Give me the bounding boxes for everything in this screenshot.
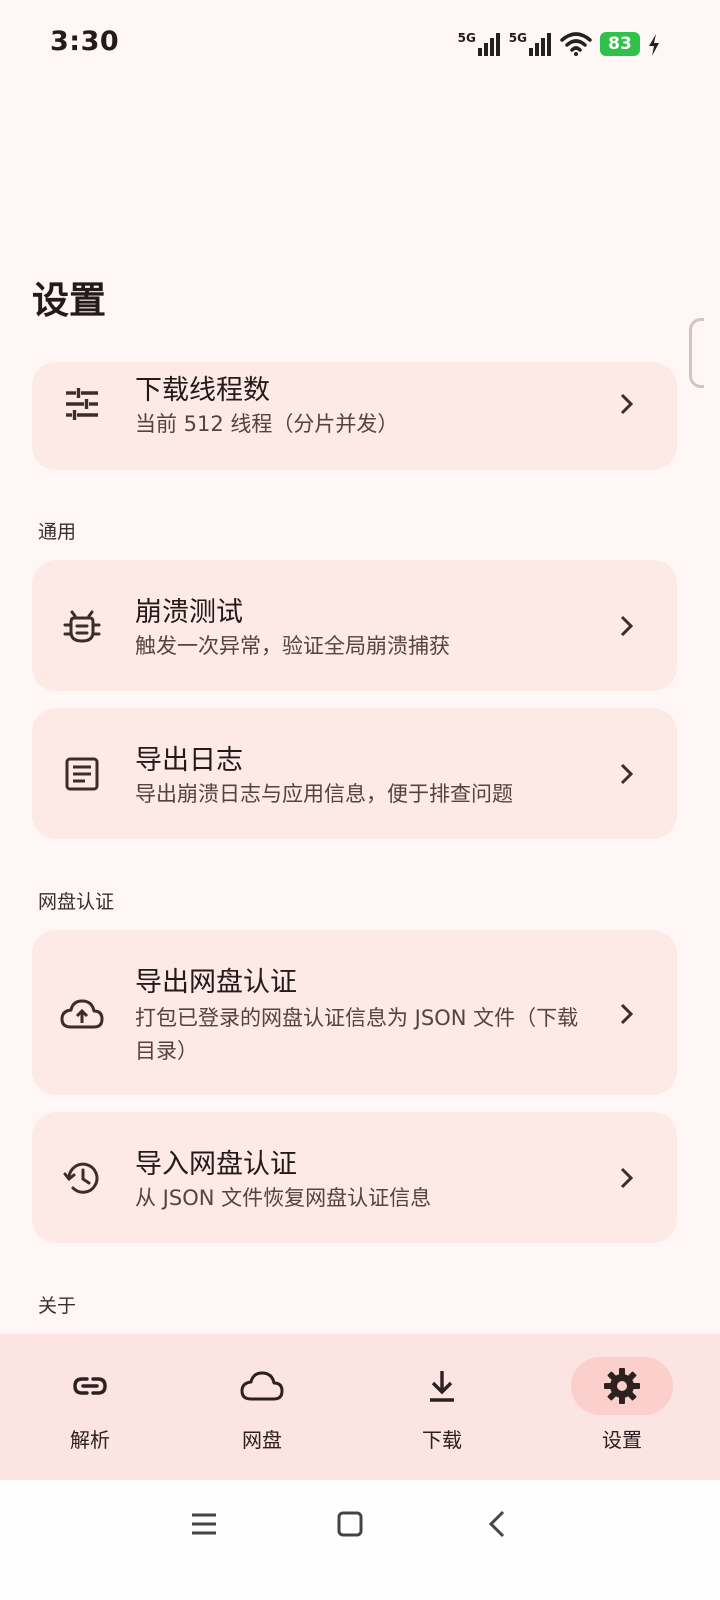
chevron-right-icon (620, 1167, 634, 1189)
download-threads-item[interactable]: 下载线程数 当前 512 线程（分片并发） (32, 362, 677, 470)
link-icon (73, 1377, 107, 1395)
charging-icon (649, 34, 659, 56)
cloud-icon (240, 1371, 284, 1401)
nav-label: 设置 (602, 1428, 642, 1452)
menu-icon[interactable] (184, 1504, 224, 1544)
cloud-upload-icon (60, 999, 104, 1029)
battery-indicator: 83 (600, 32, 640, 56)
section-label-about: 关于 (38, 1295, 77, 1317)
bottom-navigation: 解析 网盘 下载 设置 (0, 1334, 720, 1480)
export-auth-item[interactable]: 导出网盘认证 打包已登录的网盘认证信息为 JSON 文件（下载目录） (32, 930, 677, 1095)
back-icon[interactable] (478, 1504, 518, 1544)
signal-network-label: 5G (457, 31, 476, 45)
system-navigation-bar (0, 1480, 720, 1600)
status-icons: 5G 5G 83 (458, 28, 660, 56)
section-label-general: 通用 (38, 521, 77, 543)
status-bar: 3:30 5G 5G 83 (0, 0, 720, 86)
nav-label: 网盘 (242, 1428, 282, 1452)
status-time: 3:30 (50, 26, 120, 57)
nav-icon-container (39, 1357, 141, 1415)
settings-screen: 3:30 5G 5G 83 设置 下载线程数 当前 512 线程（分片并发） 通… (0, 0, 720, 1600)
cellular-signal-2-icon: 5G (509, 32, 552, 56)
home-icon[interactable] (330, 1504, 370, 1544)
crash-test-item[interactable]: 崩溃测试 触发一次异常，验证全局崩溃捕获 (32, 560, 677, 691)
export-log-item[interactable]: 导出日志 导出崩溃日志与应用信息，便于排查问题 (32, 708, 677, 839)
nav-tab-parse[interactable]: 解析 (0, 1334, 180, 1480)
nav-tab-download[interactable]: 下载 (352, 1334, 532, 1480)
history-icon (63, 1162, 99, 1194)
nav-tab-cloud-drive[interactable]: 网盘 (172, 1334, 352, 1480)
tune-icon (66, 388, 98, 420)
document-icon (65, 757, 99, 791)
export-log-title: 导出日志 (135, 745, 243, 776)
import-auth-title: 导入网盘认证 (135, 1149, 297, 1180)
chevron-right-icon (620, 763, 634, 785)
nav-label: 下载 (422, 1428, 462, 1452)
nav-icon-container (211, 1357, 313, 1415)
bug-icon (63, 610, 101, 643)
scrollbar-handle[interactable] (689, 318, 704, 388)
download-threads-subtitle: 当前 512 线程（分片并发） (135, 412, 399, 436)
nav-tab-settings[interactable]: 设置 (532, 1334, 712, 1480)
import-auth-item[interactable]: 导入网盘认证 从 JSON 文件恢复网盘认证信息 (32, 1112, 677, 1243)
signal-network-label-2: 5G (508, 31, 527, 45)
export-auth-title: 导出网盘认证 (135, 967, 297, 998)
crash-test-subtitle: 触发一次异常，验证全局崩溃捕获 (135, 634, 450, 658)
cellular-signal-icon: 5G (458, 32, 501, 56)
import-auth-subtitle: 从 JSON 文件恢复网盘认证信息 (135, 1186, 432, 1210)
page-title: 设置 (32, 279, 106, 322)
download-icon (430, 1371, 454, 1402)
crash-test-title: 崩溃测试 (135, 597, 243, 628)
chevron-right-icon (620, 1003, 634, 1025)
chevron-right-icon (620, 393, 634, 415)
export-auth-subtitle: 打包已登录的网盘认证信息为 JSON 文件（下载目录） (135, 1006, 579, 1063)
chevron-right-icon (620, 615, 634, 637)
export-log-subtitle: 导出崩溃日志与应用信息，便于排查问题 (135, 782, 513, 806)
nav-label: 解析 (70, 1428, 110, 1452)
nav-icon-container (391, 1357, 493, 1415)
gear-icon (604, 1368, 640, 1404)
nav-icon-container (571, 1357, 673, 1415)
download-threads-title: 下载线程数 (135, 375, 270, 406)
section-label-auth: 网盘认证 (38, 891, 115, 913)
wifi-icon (560, 32, 592, 56)
